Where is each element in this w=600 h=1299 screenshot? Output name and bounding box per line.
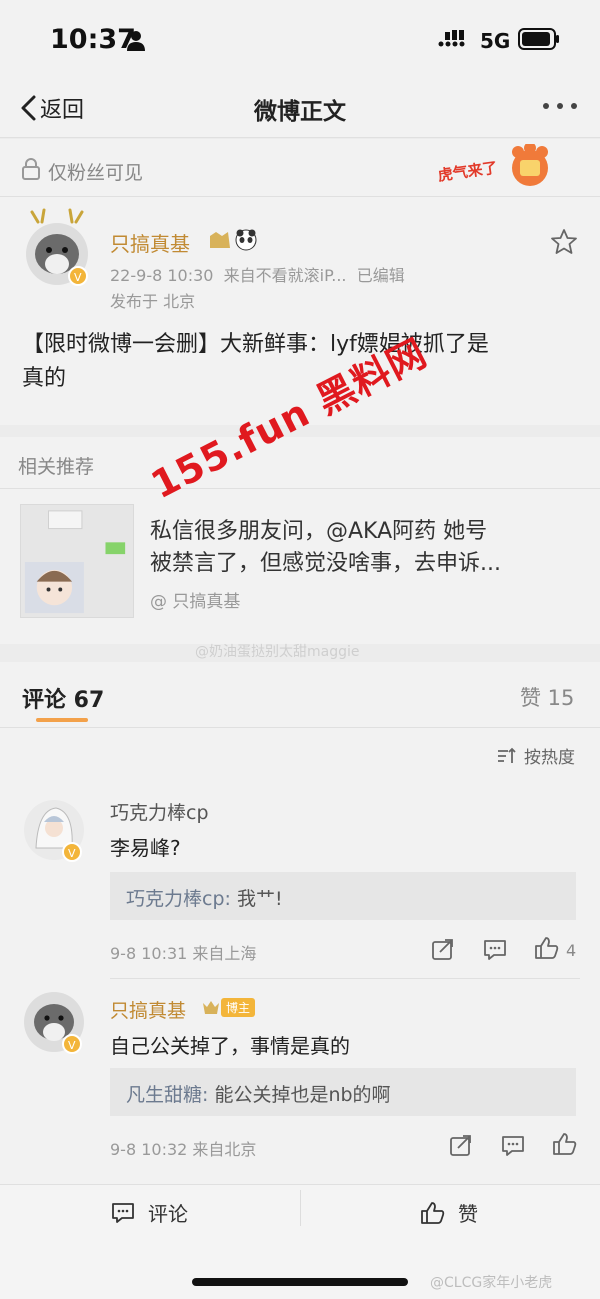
comment-icon[interactable]	[482, 938, 508, 962]
share-icon[interactable]	[430, 938, 456, 962]
share-icon[interactable]	[448, 1134, 474, 1158]
status-time: 10:37	[50, 24, 136, 55]
reply-text: 我艹!	[236, 888, 283, 910]
related-title: 相关推荐	[18, 456, 95, 478]
related-text-line: 被禁言了，但感觉没啥事，去申诉...	[150, 551, 501, 576]
author-badge: 博主	[202, 996, 256, 1018]
medal-icon	[210, 229, 257, 251]
person-icon	[127, 31, 145, 51]
bottom-like-button[interactable]: 赞	[420, 1198, 478, 1227]
tab-comments[interactable]: 评论 67	[22, 682, 104, 714]
thumbs-up-icon	[421, 1201, 445, 1224]
comment-meta: 9-8 10:31 来自上海	[110, 944, 257, 963]
comment-text: 自己公关掉了，事情是真的	[110, 1034, 350, 1058]
bottom-like-label: 赞	[458, 1202, 478, 1226]
avatar[interactable]: V	[22, 990, 86, 1060]
comment-reply-preview[interactable]: 凡生甜糖: 能公关掉也是nb的啊	[110, 1068, 576, 1116]
post-location: 发布于 北京	[110, 292, 196, 311]
post-body-line: 【限时微博一会删】大新鲜事：lyf嫖娼被抓了是	[22, 332, 489, 357]
bottom-comment-label: 评论	[148, 1202, 188, 1226]
sort-button[interactable]: 按热度	[496, 743, 575, 768]
related-text: 私信很多朋友问，@AKA阿药 她号 被禁言了，但感觉没啥事，去申诉...	[150, 516, 580, 580]
battery-icon	[518, 28, 559, 50]
sort-label: 按热度	[524, 748, 575, 768]
related-author: @ 只搞真基	[150, 592, 241, 612]
post-source: 来自不看就滚iP...	[223, 266, 347, 285]
svg-text:V: V	[68, 1039, 76, 1052]
comment-author[interactable]: 只搞真基	[110, 996, 186, 1023]
weibo-watermark: @奶油蛋挞别太甜maggie	[195, 644, 360, 660]
crown-icon	[203, 1001, 219, 1014]
tiger-sticker-icon: 虎气来了	[437, 144, 548, 186]
lock-icon	[22, 158, 40, 180]
tab-likes[interactable]: 赞 15	[520, 682, 574, 712]
like-count: 4	[566, 941, 577, 960]
svg-text:V: V	[74, 271, 82, 284]
visibility-label: 仅粉丝可见	[48, 162, 144, 184]
comment-list	[0, 780, 600, 1184]
comment-text: 李易峰?	[110, 836, 181, 860]
reply-author: 凡生甜糖:	[126, 1084, 209, 1106]
comment-icon	[112, 1202, 134, 1223]
more-icon[interactable]	[540, 96, 580, 116]
reply-text: 能公关掉也是nb的啊	[214, 1084, 391, 1106]
page-title: 微博正文	[254, 99, 346, 125]
comment-icon[interactable]	[500, 1134, 526, 1158]
related-text-line: 私信很多朋友问，@AKA阿药 她号	[150, 519, 488, 544]
weibo-watermark: @CLCG家年小老虎	[430, 1275, 553, 1291]
network-type: 5G	[480, 29, 511, 53]
avatar[interactable]: V	[22, 798, 86, 868]
reply-author: 巧克力棒cp:	[126, 888, 231, 910]
bottom-separator	[300, 1190, 301, 1226]
comment-meta: 9-8 10:32 来自北京	[110, 1140, 257, 1159]
related-thumbnail[interactable]	[20, 504, 134, 618]
post-meta: 22-9-8 10:30 来自不看就滚iP... 已编辑	[110, 262, 405, 286]
author-name[interactable]: 只搞真基	[110, 228, 190, 257]
bottom-comment-button[interactable]: 评论	[110, 1198, 188, 1227]
avatar[interactable]: V	[20, 208, 94, 288]
home-indicator[interactable]	[192, 1278, 408, 1286]
comment-divider	[110, 978, 580, 979]
author-badge-label: 博主	[221, 997, 256, 1017]
signal-icon	[438, 30, 465, 47]
sort-icon	[498, 747, 516, 763]
tab-underline	[36, 718, 88, 722]
svg-text:V: V	[68, 847, 76, 860]
star-icon[interactable]	[550, 228, 578, 256]
post-edited: 已编辑	[356, 266, 405, 285]
comment-reply-preview[interactable]: 巧克力棒cp: 我艹!	[110, 872, 576, 920]
thumbs-up-icon[interactable]	[534, 936, 560, 960]
svg-text:虎气来了: 虎气来了	[437, 158, 499, 184]
comment-author[interactable]: 巧克力棒cp	[110, 798, 209, 825]
thumbs-up-icon[interactable]	[552, 1132, 578, 1156]
post-timestamp: 22-9-8 10:30	[110, 266, 214, 285]
